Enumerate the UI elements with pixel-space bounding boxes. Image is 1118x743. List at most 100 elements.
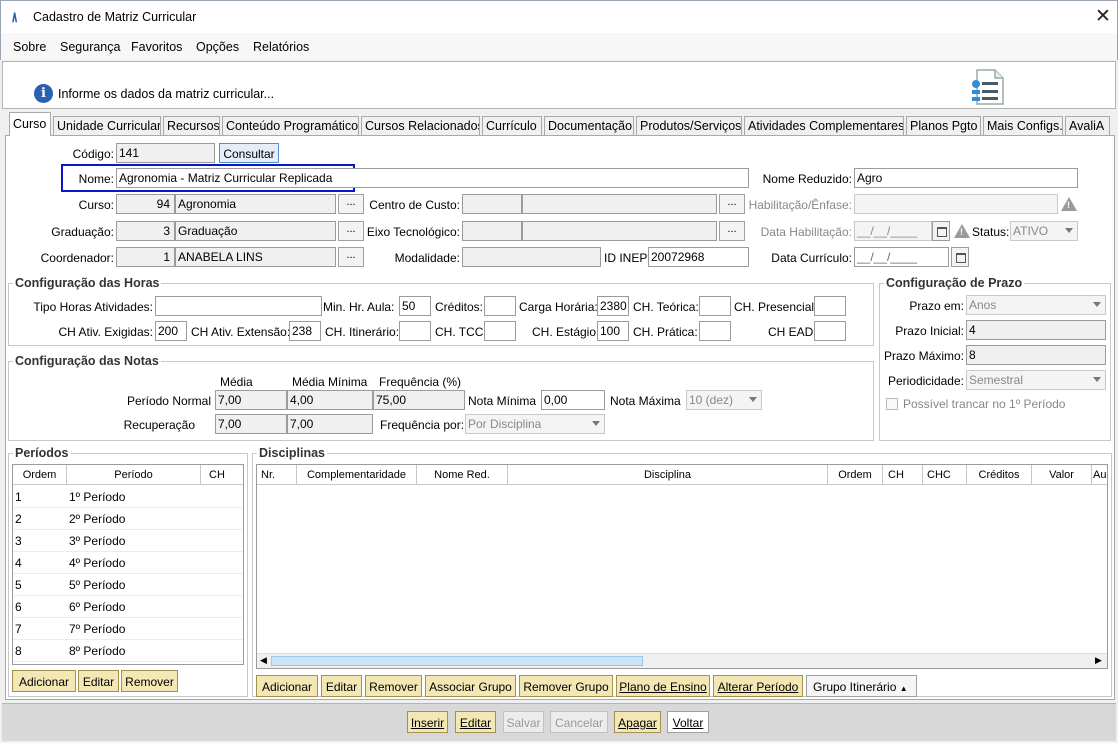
rec-media-minima-field[interactable]: 7,00 [287,414,373,434]
menu-seguranca[interactable]: Segurança [60,40,120,54]
disc-header-ch[interactable]: CH [883,465,923,485]
disc-header-valor[interactable]: Valor [1032,465,1092,485]
tab-conteudo-programatico[interactable]: Conteúdo Programático [222,116,359,136]
modalidade-field[interactable] [462,247,601,267]
tab-mais-configs[interactable]: Mais Configs. [983,116,1063,136]
tipo-horas-field[interactable] [155,296,322,316]
ch-ativ-exigidas-field[interactable]: 200 [155,321,187,341]
ch-estagio-field[interactable]: 100 [597,321,629,341]
disc-header-au[interactable]: Au [1092,465,1107,485]
disc-header-nome-red[interactable]: Nome Red. [417,465,508,485]
nome-reduzido-field[interactable]: Agro [854,168,1078,188]
inserir-button[interactable]: Inserir [407,711,448,733]
ch-itinerario-field[interactable] [399,321,431,341]
disc-header-nr[interactable]: Nr. [257,465,297,485]
tab-cursos-relacionados[interactable]: Cursos Relacionados [361,116,480,136]
disciplinas-grid[interactable]: Nr. Complementaridade Nome Red. Discipli… [256,464,1108,669]
disc-header-chc[interactable]: CHC [923,465,967,485]
coordenador-id-field[interactable]: 1 [116,247,175,267]
tab-planos-pgto[interactable]: Planos Pgto [906,116,981,136]
data-curriculo-calendar-icon[interactable] [951,247,969,267]
centro-custo-id-field[interactable] [462,194,522,214]
disc-header-creditos[interactable]: Créditos [967,465,1032,485]
prazo-maximo-field[interactable]: 8 [966,345,1106,365]
frequencia-por-select[interactable]: Por Disciplina [465,414,605,434]
nota-minima-field[interactable]: 0,00 [541,390,605,410]
disc-header-disciplina[interactable]: Disciplina [508,465,828,485]
pn-frequencia-field[interactable]: 75,00 [373,390,465,410]
nota-maxima-select[interactable]: 10 (dez) [686,390,762,410]
tab-documentacao[interactable]: Documentação [544,116,634,136]
prazo-em-select[interactable]: Anos [966,295,1106,315]
eixo-id-field[interactable] [462,221,522,241]
consultar-button[interactable]: Consultar [219,143,279,163]
voltar-button[interactable]: Voltar [667,711,709,733]
alterar-periodo-button[interactable]: Alterar Período [713,675,803,697]
close-icon[interactable]: ✕ [1095,5,1111,28]
plano-de-ensino-button[interactable]: Plano de Ensino [616,675,710,697]
menu-sobre[interactable]: Sobre [13,40,46,54]
pn-media-field[interactable]: 7,00 [215,390,287,410]
periodos-adicionar-button[interactable]: Adicionar [12,670,76,692]
remover-grupo-button[interactable]: Remover Grupo [519,675,613,697]
carga-horaria-field[interactable]: 2380 [597,296,629,316]
data-habilitacao-field[interactable]: __/__/____ [854,221,932,241]
menu-opcoes[interactable]: Opções [196,40,239,54]
id-inep-field[interactable]: 20072968 [648,247,749,267]
tab-avalia[interactable]: AvaliA [1065,116,1110,136]
disc-adicionar-button[interactable]: Adicionar [256,675,318,697]
graduacao-id-field[interactable]: 3 [116,221,175,241]
creditos-field[interactable] [484,296,516,316]
cancelar-button[interactable]: Cancelar [550,711,608,733]
scroll-right-icon[interactable]: ▶ [1095,655,1102,666]
graduacao-lookup-button[interactable]: ... [338,221,364,241]
periodos-header-ch[interactable]: CH [201,465,243,485]
curso-lookup-button[interactable]: ... [338,194,364,214]
min-hr-aula-field[interactable]: 50 [399,296,431,316]
periodos-remover-button[interactable]: Remover [121,670,178,692]
ch-ativ-extensao-field[interactable]: 238 [289,321,321,341]
menu-relatorios[interactable]: Relatórios [253,40,309,54]
table-row[interactable]: 3 3º Período [13,530,243,552]
editar-button[interactable]: Editar [455,711,496,733]
scrollbar-thumb[interactable] [271,656,643,666]
periodos-grid[interactable]: Ordem Período CH 1 1º Período 2 2º Período… [12,464,244,665]
ch-teorica-field[interactable] [699,296,731,316]
tab-curriculo[interactable]: Currículo [482,116,542,136]
table-row[interactable]: 2 2º Período [13,508,243,530]
salvar-button[interactable]: Salvar [503,711,544,733]
ch-pratica-field[interactable] [699,321,731,341]
disc-header-ordem[interactable]: Ordem [828,465,883,485]
tab-curso[interactable]: Curso [9,112,51,136]
periodos-header-periodo[interactable]: Período [67,465,201,485]
ch-ead-field[interactable] [814,321,846,341]
trancar-checkbox[interactable] [886,398,898,410]
tab-unidade-curricular[interactable]: Unidade Curricular [53,116,161,136]
horizontal-scrollbar[interactable]: ◀ ▶ [257,653,1107,668]
centro-custo-lookup-button[interactable]: ... [719,194,745,214]
disc-remover-button[interactable]: Remover [365,675,422,697]
grupo-itinerario-button[interactable]: Grupo Itinerário ▲ [806,675,917,697]
apagar-button[interactable]: Apagar [614,711,661,733]
periodos-header-ordem[interactable]: Ordem [13,465,67,485]
prazo-inicial-field[interactable]: 4 [966,320,1106,340]
tab-recursos[interactable]: Recursos [163,116,220,136]
eixo-lookup-button[interactable]: ... [719,221,745,241]
table-row[interactable]: 5 5º Período [13,574,243,596]
curso-id-field[interactable]: 94 [116,194,175,214]
data-habilitacao-calendar-icon[interactable] [932,221,950,241]
pn-media-minima-field[interactable]: 4,00 [287,390,373,410]
table-row[interactable]: 7 7º Período [13,618,243,640]
rec-media-field[interactable]: 7,00 [215,414,287,434]
disc-editar-button[interactable]: Editar [321,675,362,697]
codigo-field[interactable]: 141 [116,143,215,163]
coordenador-lookup-button[interactable]: ... [338,247,364,267]
tab-produtos-servicos[interactable]: Produtos/Serviços [636,116,742,136]
ch-presencial-field[interactable] [814,296,846,316]
status-select[interactable]: ATIVO [1010,221,1078,241]
table-row[interactable]: 8 8º Período [13,640,243,662]
menu-favoritos[interactable]: Favoritos [131,40,182,54]
table-row[interactable]: 4 4º Período [13,552,243,574]
periodicidade-select[interactable]: Semestral [966,370,1106,390]
nome-field[interactable]: Agronomia - Matriz Curricular Replicada [116,168,749,188]
